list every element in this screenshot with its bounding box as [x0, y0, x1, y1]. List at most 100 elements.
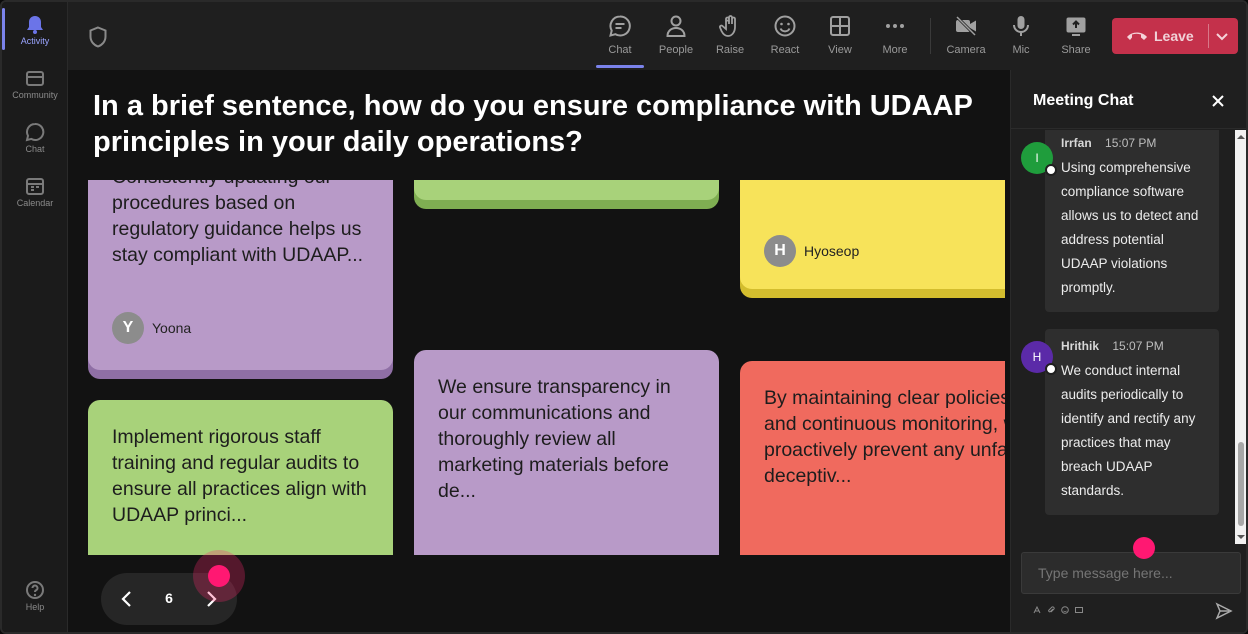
response-card[interactable]: H Hyoseop [740, 180, 1005, 289]
rail-label: Community [12, 90, 58, 100]
leave-label: Leave [1154, 28, 1194, 44]
people-icon [666, 15, 686, 37]
response-card[interactable]: By maintaining clear policies and contin… [740, 361, 1005, 555]
avatar: Y [112, 312, 144, 344]
scroll-up-arrow-icon[interactable] [1237, 133, 1245, 141]
avatar: I [1021, 142, 1057, 176]
click-indicator [208, 565, 230, 587]
smiley-icon [774, 15, 796, 37]
chevron-down-icon[interactable] [1214, 28, 1230, 44]
shield-icon[interactable] [88, 26, 108, 48]
scrollbar-thumb[interactable] [1238, 442, 1244, 526]
send-icon[interactable] [1215, 602, 1233, 620]
rail-item-help[interactable]: Help [2, 580, 68, 612]
chat-divider [1011, 128, 1246, 129]
rail-label: Chat [25, 144, 45, 154]
avatar-initial: H [1032, 350, 1042, 364]
chevron-left-icon[interactable] [115, 587, 139, 611]
card-text: Consistently updating our procedures bas… [112, 180, 364, 266]
avatar: H [1021, 341, 1057, 375]
response-card[interactable]: Implement rigorous staff training and re… [88, 400, 393, 555]
toolbar-divider [930, 18, 931, 54]
response-board: Consistently updating our procedures bas… [68, 180, 1005, 555]
format-icon[interactable] [1033, 606, 1041, 614]
card-text: By maintaining clear policies and contin… [764, 387, 1005, 487]
rail-label: Calendar [16, 198, 54, 208]
chat-messages: Irrfan 15:07 PM Using comprehensive comp… [1011, 130, 1235, 544]
share-icon [1066, 17, 1086, 36]
sender-name: Irrfan [1061, 136, 1092, 150]
message-meta: Hrithik 15:07 PM [1061, 339, 1203, 353]
toolbar-chat-button[interactable]: Chat [594, 12, 646, 68]
toolbar-label: People [658, 44, 694, 56]
response-card[interactable]: We ensure transparency in our communicat… [414, 350, 719, 555]
app-rail: Activity Community Chat Calendar Help [2, 2, 68, 632]
toolbar-camera-button[interactable]: Camera [940, 12, 992, 62]
message-text: We conduct internal audits periodically … [1061, 363, 1196, 498]
status-indicator [1045, 363, 1057, 375]
scroll-down-arrow-icon[interactable] [1237, 533, 1245, 541]
message-time: 15:07 PM [1112, 339, 1164, 353]
rail-item-activity[interactable]: Activity [2, 8, 68, 50]
author-name: Hyoseop [804, 243, 860, 259]
card-text: We ensure transparency in our communicat… [438, 376, 671, 502]
toolbar-react-button[interactable]: React [759, 12, 811, 62]
chat-message: Irrfan 15:07 PM Using comprehensive comp… [1045, 130, 1219, 312]
chat-scrollbar[interactable] [1235, 130, 1246, 544]
help-icon [26, 581, 44, 599]
chat-icon [25, 122, 45, 142]
meeting-window: Activity Community Chat Calendar Help Ch… [0, 0, 1248, 634]
toolbar-label: More [882, 44, 908, 56]
toolbar-raise-button[interactable]: Raise [704, 12, 756, 62]
response-card[interactable]: Consistently updating our procedures bas… [88, 180, 393, 370]
rail-item-community[interactable]: Community [2, 68, 68, 100]
card-author: H Hyoseop [764, 235, 859, 267]
rail-label: Help [25, 602, 45, 612]
toolbar-label: View [828, 44, 852, 56]
toolbar-label: Mic [1012, 44, 1030, 56]
chat-title: Meeting Chat [1033, 92, 1134, 109]
author-name: Yoona [152, 320, 192, 336]
rail-item-calendar[interactable]: Calendar [2, 176, 68, 208]
community-icon [26, 71, 44, 86]
leave-divider [1208, 24, 1209, 48]
mic-icon [1013, 16, 1029, 36]
message-time: 15:07 PM [1105, 136, 1157, 150]
hang-up-icon [1127, 32, 1147, 40]
calendar-icon [26, 178, 44, 195]
question-title: In a brief sentence, how do you ensure c… [93, 90, 973, 158]
raise-hand-icon [719, 15, 736, 37]
emoji-icon[interactable] [1061, 606, 1069, 614]
rail-label: Activity [20, 36, 50, 46]
activity-stage: In a brief sentence, how do you ensure c… [68, 70, 1010, 632]
attach-icon[interactable] [1047, 606, 1055, 614]
response-card[interactable] [414, 180, 719, 200]
gif-icon[interactable] [1075, 606, 1083, 614]
status-indicator [1045, 164, 1057, 176]
bell-icon [27, 16, 43, 34]
toolbar-view-button[interactable]: View [814, 12, 866, 62]
meeting-toolbar: Chat People Raise React View More Camera [68, 2, 1246, 70]
toolbar-label: Raise [715, 44, 745, 56]
toolbar-more-button[interactable]: More [869, 12, 921, 62]
chat-icon [609, 15, 631, 37]
page-number: 6 [165, 590, 173, 606]
grid-icon [830, 16, 850, 36]
toolbar-people-button[interactable]: People [650, 12, 702, 62]
click-indicator [1133, 537, 1155, 559]
avatar: H [764, 235, 796, 267]
chat-message-input[interactable] [1021, 552, 1241, 594]
card-author: Y Yoona [112, 312, 191, 344]
toolbar-label: Camera [946, 44, 986, 56]
rail-item-chat[interactable]: Chat [2, 122, 68, 154]
meeting-chat-panel: Meeting Chat Irrfan 15:07 PM Using compr… [1010, 70, 1246, 632]
message-text: Using comprehensive compliance software … [1061, 160, 1199, 295]
toolbar-share-button[interactable]: Share [1050, 12, 1102, 62]
toolbar-mic-button[interactable]: Mic [995, 12, 1047, 62]
message-meta: Irrfan 15:07 PM [1061, 136, 1203, 150]
card-text: Implement rigorous staff training and re… [112, 426, 367, 526]
more-icon [886, 24, 904, 28]
toolbar-label: React [770, 44, 800, 56]
leave-button[interactable]: Leave [1112, 18, 1238, 54]
close-icon[interactable] [1209, 92, 1227, 110]
